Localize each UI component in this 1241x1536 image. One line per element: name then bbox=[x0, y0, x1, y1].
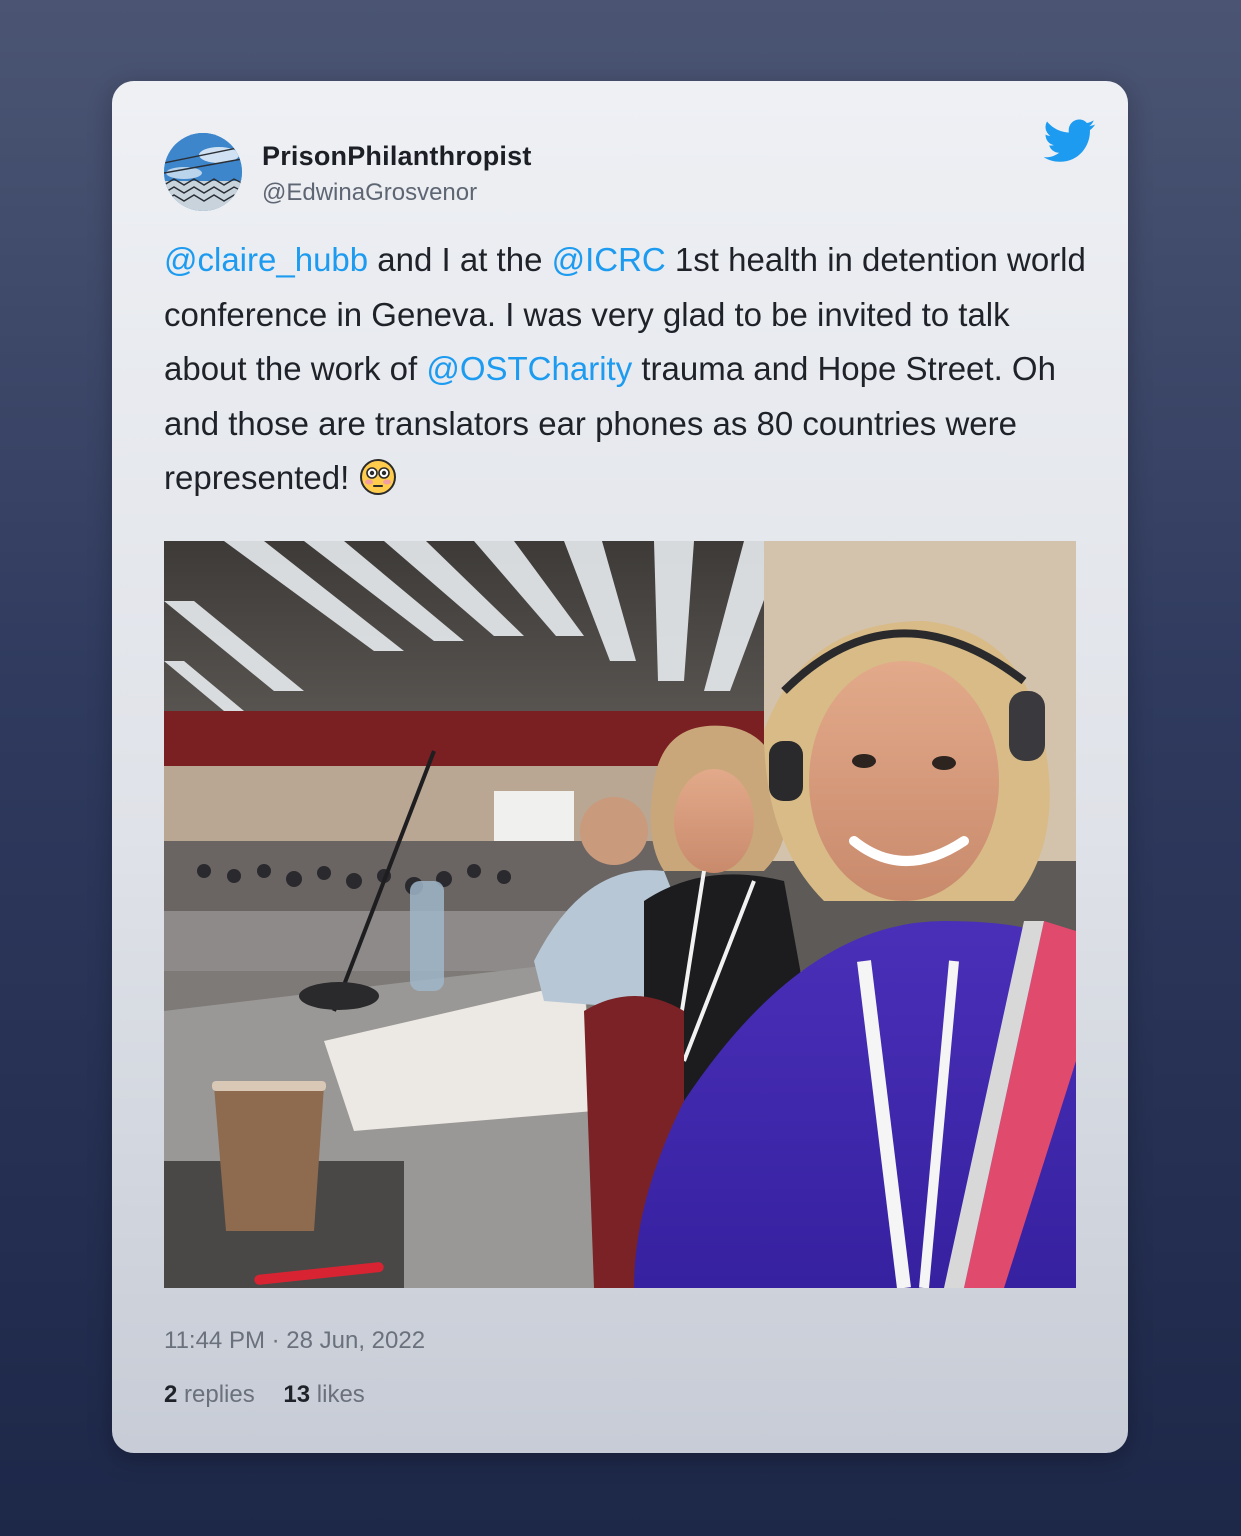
replies-label: replies bbox=[184, 1381, 255, 1408]
user-handle[interactable]: @EdwinaGrosvenor bbox=[262, 179, 477, 207]
tweet-text-segment: and I at the bbox=[368, 241, 552, 278]
flushed-face-emoji bbox=[359, 458, 397, 496]
avatar[interactable] bbox=[164, 133, 242, 211]
display-name[interactable]: PrisonPhilanthropist bbox=[262, 141, 532, 172]
likes-label: likes bbox=[316, 1381, 365, 1408]
tweet-text: @claire_hubb and I at the @ICRC 1st heal… bbox=[164, 233, 1094, 506]
mention-link[interactable]: @ICRC bbox=[552, 241, 666, 278]
replies-stat[interactable]: 2 replies bbox=[164, 1381, 255, 1408]
tweet-card: PrisonPhilanthropist @EdwinaGrosvenor @c… bbox=[112, 81, 1128, 1453]
likes-count: 13 bbox=[283, 1381, 311, 1408]
mention-link[interactable]: @claire_hubb bbox=[164, 241, 368, 278]
tweet-timestamp[interactable]: 11:44 PM · 28 Jun, 2022 bbox=[164, 1327, 425, 1355]
conference-selfie-photo[interactable] bbox=[164, 541, 1076, 1288]
mention-link[interactable]: @OSTCharity bbox=[426, 350, 632, 387]
likes-stat[interactable]: 13 likes bbox=[283, 1381, 364, 1408]
engagement-stats: 2 replies 13 likes bbox=[164, 1381, 387, 1409]
avatar-image bbox=[164, 133, 242, 211]
replies-count: 2 bbox=[164, 1381, 178, 1408]
twitter-bird-icon[interactable] bbox=[1043, 119, 1096, 163]
photo-illustration bbox=[164, 541, 1076, 1288]
